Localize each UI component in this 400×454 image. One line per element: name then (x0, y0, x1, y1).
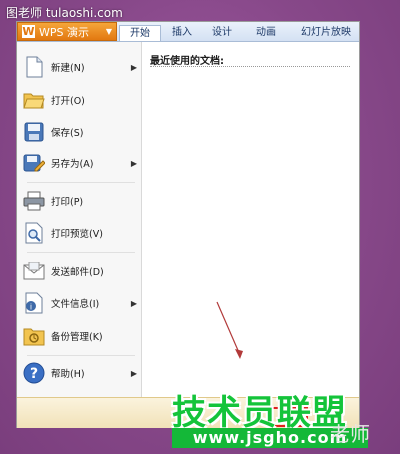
watermark-top: 图老师 tulaoshi.com (6, 6, 123, 20)
watermark-brand: 技术员联盟 (172, 393, 347, 433)
annotation-arrow (216, 301, 243, 359)
wps-presentation-window: W WPS 演示 ▼ 开始 插入 设计 动画 幻灯片放映 新建(N) ▶ 打开(… (17, 22, 359, 428)
watermark-right: 老师 (330, 422, 370, 446)
